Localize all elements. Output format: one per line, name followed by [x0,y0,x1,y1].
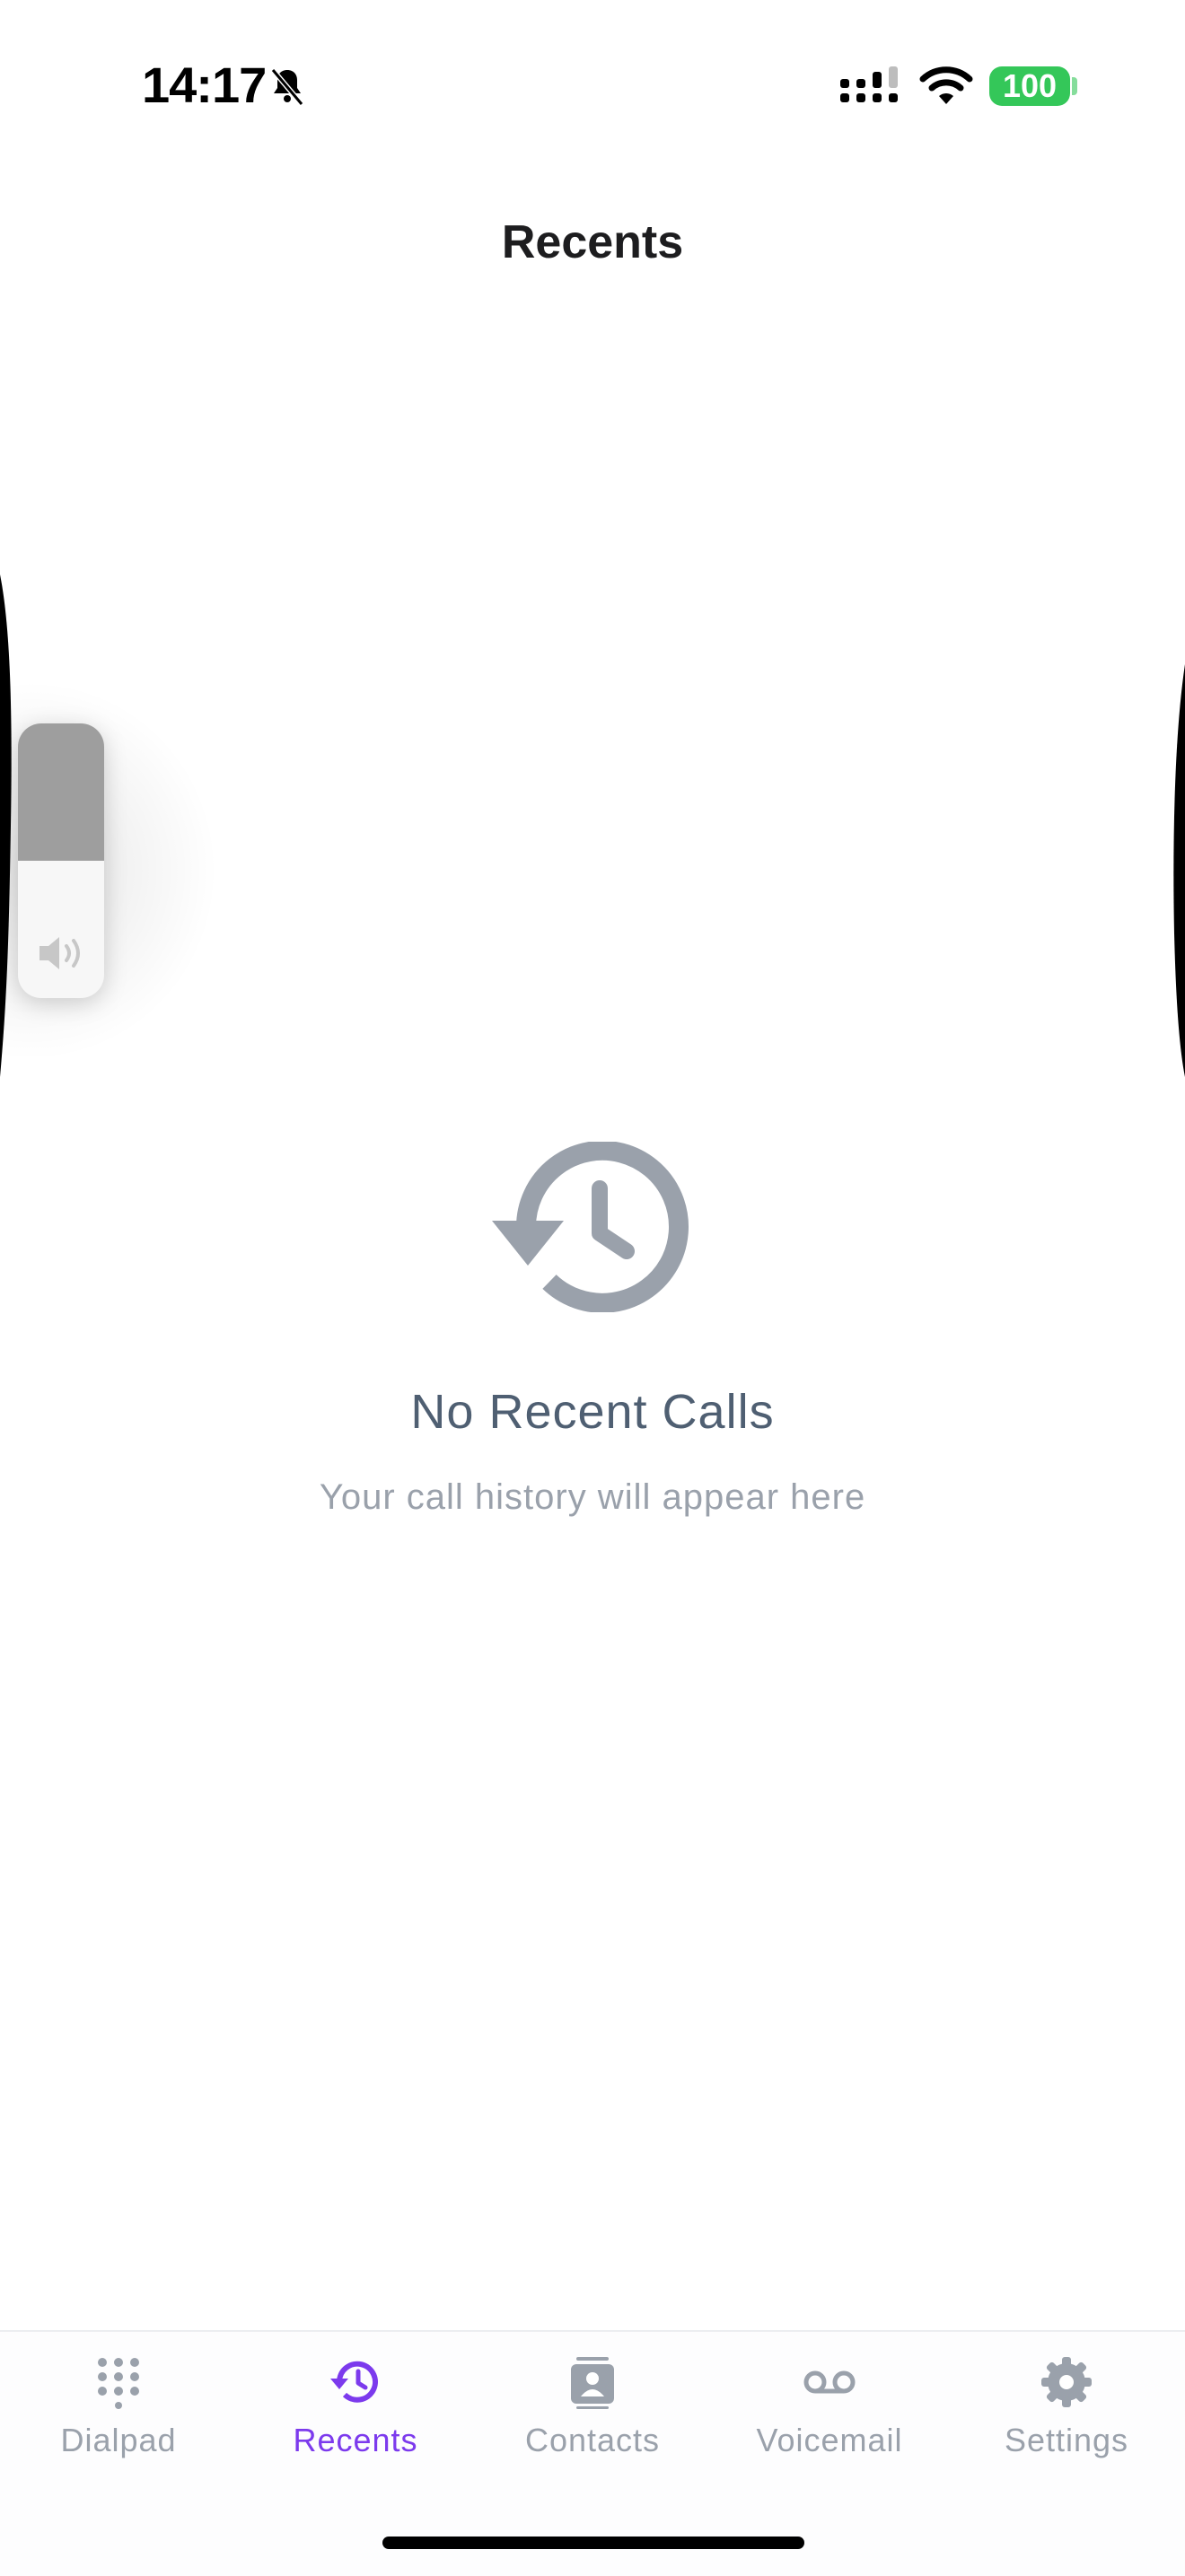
tab-settings[interactable]: Settings [948,2332,1185,2466]
tab-label: Voicemail [756,2422,903,2458]
tab-label: Contacts [524,2422,661,2458]
tab-label: Recents [293,2422,418,2458]
screen-edge-right [1173,664,1185,1077]
history-icon [492,1142,689,1312]
volume-level-fill [18,723,104,861]
status-time: 14:17 [142,57,267,113]
tab-voicemail[interactable]: Voicemail [711,2332,948,2466]
tab-contacts[interactable]: Contacts [474,2332,711,2466]
tab-recents[interactable]: Recents [237,2332,474,2466]
empty-state-title: No Recent Calls [410,1385,775,1439]
empty-state-subtitle: Your call history will appear here [319,1477,866,1517]
wifi-icon [919,66,973,104]
history-icon [330,2361,378,2403]
home-indicator[interactable] [382,2537,804,2549]
tab-dialpad[interactable]: Dialpad [0,2332,237,2466]
contacts-icon [571,2357,614,2409]
volume-slider[interactable] [18,723,104,998]
battery-cap [1072,77,1077,95]
cellular-signal-icon [840,66,898,102]
tab-label: Dialpad [60,2422,177,2458]
tab-label: Settings [1004,2422,1129,2458]
battery-icon: 100 [989,66,1070,106]
gear-icon [1041,2357,1092,2407]
bell-slash-icon [270,68,304,106]
voicemail-icon [803,2370,856,2394]
dialpad-icon [98,2358,139,2409]
speaker-icon [40,937,80,969]
page-title: Recents [501,216,684,268]
